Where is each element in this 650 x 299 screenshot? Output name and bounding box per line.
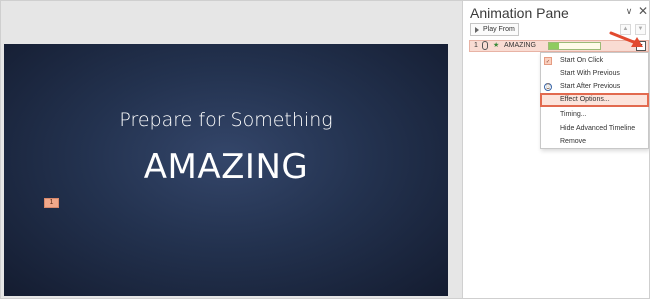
slide-canvas[interactable]: Prepare for Something AMAZING 1 — [4, 44, 448, 296]
slide-title[interactable]: AMAZING — [4, 147, 448, 187]
menu-item-label: Hide Advanced Timeline — [560, 125, 636, 132]
pane-title: Animation Pane — [470, 5, 569, 21]
menu-item-label: Start With Previous — [560, 70, 620, 77]
slide-editing-area: Prepare for Something AMAZING 1 — [1, 1, 462, 298]
play-icon — [475, 26, 479, 33]
mouse-icon — [482, 41, 488, 50]
close-icon[interactable]: ✕ — [637, 4, 649, 18]
play-from-button[interactable]: Play From — [470, 23, 519, 36]
menu-item-start-with-previous[interactable]: Start With Previous — [541, 68, 648, 80]
menu-item-effect-options[interactable]: Effect Options... — [540, 93, 649, 107]
menu-item-label: Timing... — [560, 111, 587, 118]
menu-item-hide-advanced-timeline[interactable]: Hide Advanced Timeline — [541, 123, 648, 135]
animation-item-number: 1 — [474, 42, 478, 49]
clock-icon: ⌚ — [544, 83, 552, 91]
red-arrow-annotation-icon — [609, 31, 643, 47]
play-from-label: Play From — [483, 26, 515, 33]
animation-order-tag[interactable]: 1 — [44, 198, 59, 208]
timeline-duration-fill — [549, 43, 559, 49]
animation-timeline-bar[interactable] — [548, 42, 601, 50]
powerpoint-window: Prepare for Something AMAZING 1 Animatio… — [0, 0, 650, 299]
menu-item-start-after-previous[interactable]: ⌚ Start After Previous — [541, 81, 648, 93]
menu-item-label: Remove — [560, 138, 587, 145]
menu-item-start-on-click[interactable]: ✓ Start On Click — [541, 55, 648, 67]
menu-item-timing[interactable]: Timing... — [541, 109, 648, 121]
menu-item-remove[interactable]: Remove — [541, 136, 648, 148]
animation-item-label: AMAZING — [504, 42, 536, 49]
menu-item-label: Effect Options... — [560, 96, 610, 103]
slide-subtitle[interactable]: Prepare for Something — [4, 109, 448, 131]
mouse-click-icon: ✓ — [544, 57, 552, 65]
menu-item-label: Start On Click — [560, 57, 604, 64]
animation-context-menu: ✓ Start On Click Start With Previous ⌚ S… — [540, 52, 649, 149]
menu-item-label: Start After Previous — [560, 83, 621, 90]
entrance-effect-icon: ★ — [493, 42, 500, 49]
chevron-down-icon[interactable]: ∨ — [623, 6, 635, 17]
